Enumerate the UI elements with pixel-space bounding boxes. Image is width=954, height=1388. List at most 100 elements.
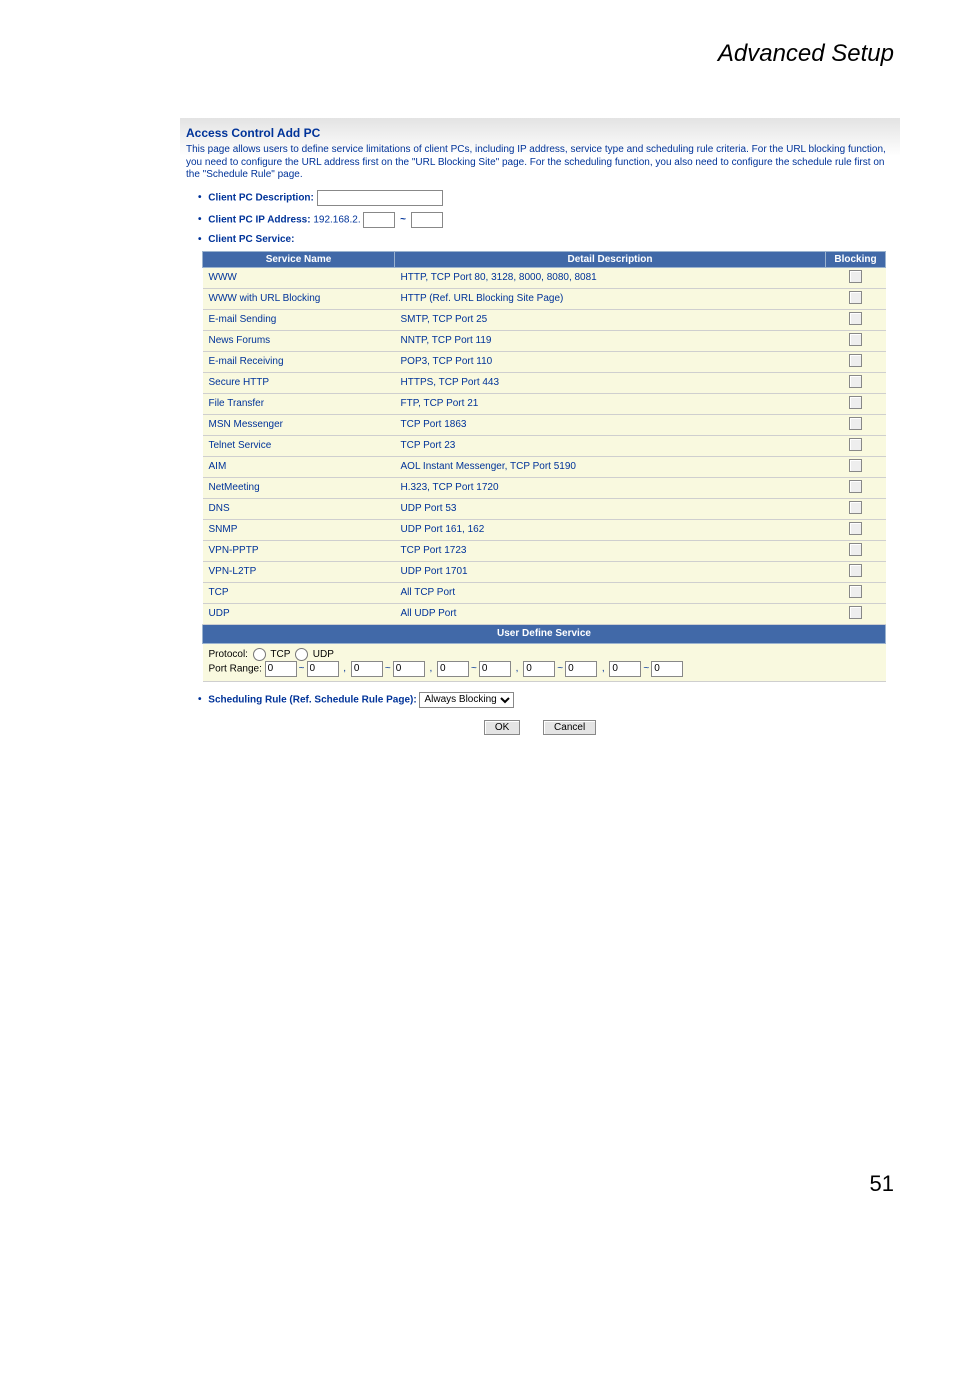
table-row: AIMAOL Instant Messenger, TCP Port 5190 <box>203 456 886 477</box>
client-pc-description-label: Client PC Description: <box>208 192 314 203</box>
port-range-end[interactable] <box>479 661 511 677</box>
port-range-end[interactable] <box>651 661 683 677</box>
protocol-udp-radio[interactable] <box>295 648 308 661</box>
blocking-checkbox[interactable] <box>849 543 862 556</box>
blocking-cell <box>826 435 886 456</box>
protocol-label: Protocol: <box>209 649 248 660</box>
service-name-cell: TCP <box>203 582 395 603</box>
client-pc-ip-label: Client PC IP Address: <box>208 214 310 225</box>
service-name-cell: WWW with URL Blocking <box>203 288 395 309</box>
comma-label: , <box>597 663 609 674</box>
blocking-checkbox[interactable] <box>849 564 862 577</box>
service-name-cell: File Transfer <box>203 393 395 414</box>
port-range-start[interactable] <box>523 661 555 677</box>
blocking-cell <box>826 351 886 372</box>
blocking-cell <box>826 414 886 435</box>
protocol-tcp-label: TCP <box>270 649 290 660</box>
service-name-cell: Secure HTTP <box>203 372 395 393</box>
service-desc-cell: UDP Port 53 <box>395 498 826 519</box>
service-name-cell: E-mail Receiving <box>203 351 395 372</box>
ok-button[interactable]: OK <box>484 720 520 735</box>
blocking-checkbox[interactable] <box>849 480 862 493</box>
service-name-cell: Telnet Service <box>203 435 395 456</box>
client-pc-service-line: • Client PC Service: <box>180 232 900 249</box>
cancel-button[interactable]: Cancel <box>543 720 596 735</box>
blocking-checkbox[interactable] <box>849 522 862 535</box>
service-name-cell: DNS <box>203 498 395 519</box>
table-row: VPN-PPTPTCP Port 1723 <box>203 540 886 561</box>
bullet-icon: • <box>198 214 206 225</box>
service-name-cell: VPN-L2TP <box>203 561 395 582</box>
port-range-start[interactable] <box>351 661 383 677</box>
service-desc-cell: SMTP, TCP Port 25 <box>395 309 826 330</box>
protocol-tcp-radio[interactable] <box>253 648 266 661</box>
port-range-start[interactable] <box>437 661 469 677</box>
port-range-end[interactable] <box>565 661 597 677</box>
table-row: TCPAll TCP Port <box>203 582 886 603</box>
service-name-cell: VPN-PPTP <box>203 540 395 561</box>
blocking-checkbox[interactable] <box>849 354 862 367</box>
port-range-end[interactable] <box>307 661 339 677</box>
service-desc-cell: TCP Port 23 <box>395 435 826 456</box>
client-pc-description-line: • Client PC Description: <box>180 188 900 210</box>
blocking-cell <box>826 288 886 309</box>
port-range-end[interactable] <box>393 661 425 677</box>
client-pc-ip-end[interactable] <box>411 212 443 228</box>
client-pc-ip-prefix: 192.168.2. <box>313 214 360 225</box>
blocking-checkbox[interactable] <box>849 459 862 472</box>
button-row: OK Cancel <box>180 712 900 735</box>
service-name-cell: WWW <box>203 267 395 288</box>
service-desc-cell: HTTPS, TCP Port 443 <box>395 372 826 393</box>
blocking-checkbox[interactable] <box>849 417 862 430</box>
client-pc-description-input[interactable] <box>317 190 443 206</box>
tilde-label: ~ <box>398 214 408 225</box>
blocking-checkbox[interactable] <box>849 606 862 619</box>
service-desc-cell: UDP Port 1701 <box>395 561 826 582</box>
client-pc-service-label: Client PC Service: <box>208 234 294 245</box>
bullet-icon: • <box>198 234 206 245</box>
table-row: E-mail ReceivingPOP3, TCP Port 110 <box>203 351 886 372</box>
blocking-checkbox[interactable] <box>849 333 862 346</box>
blocking-checkbox[interactable] <box>849 585 862 598</box>
client-pc-ip-start[interactable] <box>363 212 395 228</box>
service-name-cell: MSN Messenger <box>203 414 395 435</box>
service-desc-cell: POP3, TCP Port 110 <box>395 351 826 372</box>
blocking-cell <box>826 267 886 288</box>
blocking-checkbox[interactable] <box>849 270 862 283</box>
tilde-label: ~ <box>297 663 307 674</box>
blocking-cell <box>826 309 886 330</box>
service-table: Service Name Detail Description Blocking… <box>202 251 886 682</box>
table-row: VPN-L2TPUDP Port 1701 <box>203 561 886 582</box>
tilde-label: ~ <box>469 663 479 674</box>
table-row: UDPAll UDP Port <box>203 603 886 624</box>
service-desc-cell: FTP, TCP Port 21 <box>395 393 826 414</box>
service-desc-cell: HTTP, TCP Port 80, 3128, 8000, 8080, 808… <box>395 267 826 288</box>
blocking-cell <box>826 372 886 393</box>
blocking-cell <box>826 561 886 582</box>
blocking-checkbox[interactable] <box>849 375 862 388</box>
blocking-cell <box>826 603 886 624</box>
blocking-checkbox[interactable] <box>849 312 862 325</box>
table-row: NetMeetingH.323, TCP Port 1720 <box>203 477 886 498</box>
help-text: This page allows users to define service… <box>180 142 900 188</box>
table-row: Telnet ServiceTCP Port 23 <box>203 435 886 456</box>
service-desc-cell: TCP Port 1723 <box>395 540 826 561</box>
table-row: DNSUDP Port 53 <box>203 498 886 519</box>
blocking-cell <box>826 330 886 351</box>
blocking-cell <box>826 582 886 603</box>
scheduling-select[interactable]: Always Blocking <box>419 692 514 708</box>
blocking-checkbox[interactable] <box>849 396 862 409</box>
blocking-checkbox[interactable] <box>849 438 862 451</box>
service-name-cell: SNMP <box>203 519 395 540</box>
port-range-start[interactable] <box>265 661 297 677</box>
blocking-cell <box>826 477 886 498</box>
service-name-cell: NetMeeting <box>203 477 395 498</box>
blocking-cell <box>826 498 886 519</box>
col-blocking: Blocking <box>826 251 886 267</box>
service-name-cell: E-mail Sending <box>203 309 395 330</box>
service-desc-cell: AOL Instant Messenger, TCP Port 5190 <box>395 456 826 477</box>
service-desc-cell: H.323, TCP Port 1720 <box>395 477 826 498</box>
blocking-checkbox[interactable] <box>849 291 862 304</box>
port-range-start[interactable] <box>609 661 641 677</box>
blocking-checkbox[interactable] <box>849 501 862 514</box>
